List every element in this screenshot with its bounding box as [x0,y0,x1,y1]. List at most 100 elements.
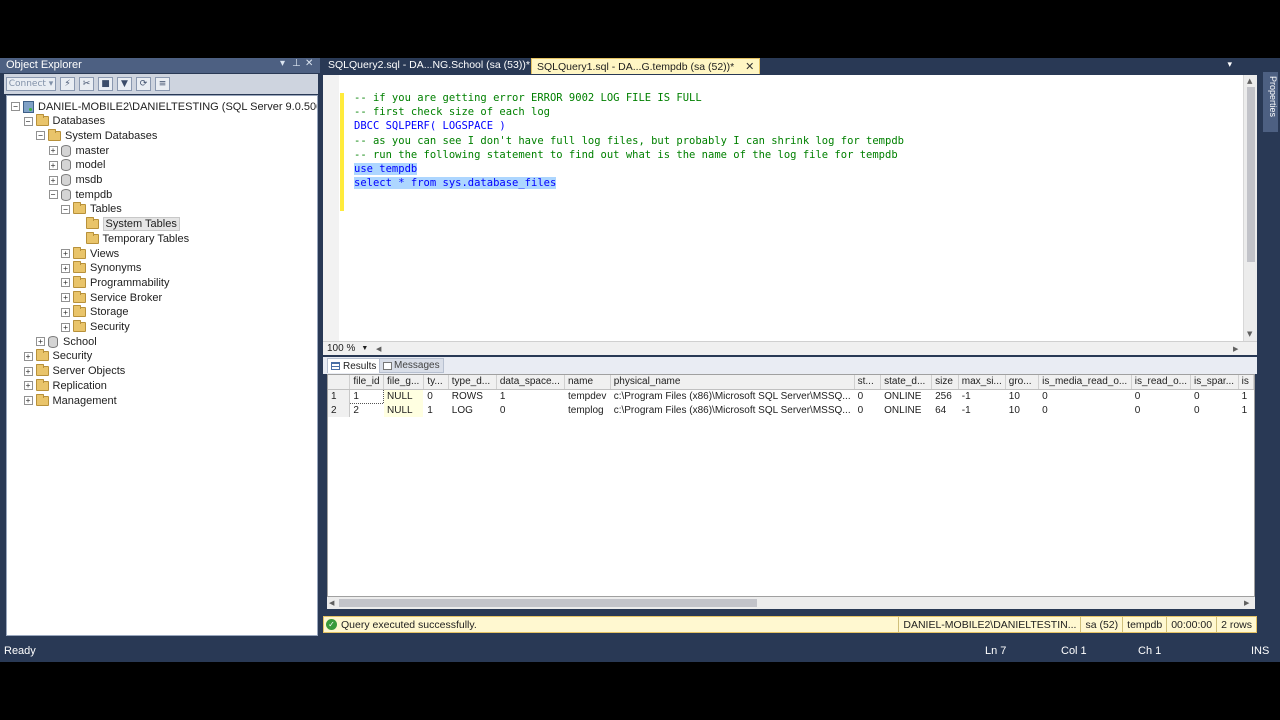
table-row[interactable]: 1 1 NULL 0 ROWS 1 tempdev c:\Program Files (x86… [328,388,1254,404]
tree-node[interactable]: + Security [61,320,130,335]
expand-icon[interactable]: + [61,307,70,317]
tree-node[interactable]: + msdb [48,173,102,188]
column-header[interactable]: is_spar... [1190,375,1239,390]
table-cell[interactable]: 1 [349,388,385,404]
tree-node[interactable]: + Views [61,246,119,261]
summary-icon[interactable]: ≡ [155,77,170,91]
table-cell[interactable]: 10 [1005,389,1038,403]
table-cell[interactable]: ONLINE [881,389,932,403]
connect-button[interactable]: Connect ▾ [6,77,56,91]
expand-icon[interactable]: + [61,249,70,258]
properties-panel-tab[interactable]: Properties [1263,72,1278,132]
expand-icon[interactable]: + [23,396,33,405]
column-header[interactable]: state_d... [880,375,933,390]
connect-icon[interactable]: ⚡ [60,77,75,91]
tab-overflow-icon[interactable]: ▾ [1227,59,1232,70]
column-header[interactable]: name [564,375,611,390]
expand-icon[interactable]: + [36,337,45,347]
tree-node[interactable]: + Programmability [61,275,169,290]
tree-node[interactable]: − Tables [61,202,122,217]
expand-icon[interactable]: + [23,381,33,391]
column-header[interactable]: is_media_read_o... [1038,375,1132,390]
tree-node[interactable]: + Service Broker [61,290,162,305]
table-cell[interactable]: 10 [1005,403,1038,417]
table-cell[interactable]: 0 [1039,403,1132,417]
collapse-icon[interactable]: − [23,116,33,126]
table-cell[interactable]: 256 [932,389,959,403]
table-cell[interactable]: tempdev [564,389,610,403]
table-cell[interactable]: 1 [424,403,448,417]
table-cell[interactable]: 0 [424,389,448,403]
tab-messages[interactable]: Messages [379,358,444,373]
table-cell[interactable]: 64 [932,403,959,417]
collapse-icon[interactable]: − [48,190,58,200]
tab-sqlquery2[interactable]: SQLQuery2.sql - DA...NG.School (sa (53))… [323,58,535,74]
collapse-icon[interactable]: − [61,204,70,214]
row-number[interactable]: 2 [328,403,351,417]
column-header[interactable]: file_id [349,375,385,390]
expand-icon[interactable]: + [61,263,70,273]
tree-node[interactable]: − tempdb [48,187,112,202]
table-row[interactable]: 2 2 NULL 1 LOG 0 templog c:\Program Files (x86)… [328,403,1254,417]
expand-icon[interactable]: + [23,351,33,361]
column-header[interactable]: max_si... [958,375,1006,390]
table-cell[interactable]: ROWS [448,389,496,403]
expand-icon[interactable]: + [61,322,70,332]
column-header[interactable]: is [1238,375,1254,390]
scroll-right-icon[interactable]: ▶ [1244,599,1249,607]
expand-icon[interactable]: + [23,366,33,376]
table-cell[interactable]: ONLINE [881,403,932,417]
expand-icon[interactable]: + [48,175,58,185]
query-code[interactable]: -- if you are getting error ERROR 9002 L… [354,91,904,190]
close-icon[interactable]: ✕ [305,58,313,69]
scroll-up-icon[interactable]: ▲ [1247,77,1252,85]
column-header[interactable]: ty... [423,375,449,390]
expand-icon[interactable]: + [61,278,70,288]
expand-icon[interactable]: + [61,293,70,303]
tree-node[interactable]: − Databases [23,114,105,129]
column-header[interactable] [328,375,351,390]
column-header[interactable]: is_read_o... [1131,375,1192,390]
tree-node[interactable]: + School [36,334,97,349]
table-cell[interactable]: 1 [1238,403,1253,417]
collapse-icon[interactable]: − [11,102,20,111]
table-cell[interactable]: NULL [383,389,424,403]
table-cell[interactable]: LOG [448,403,496,417]
table-cell[interactable]: 0 [1039,389,1132,403]
table-cell[interactable]: NULL [383,403,424,417]
stop-icon[interactable]: ■ [98,77,113,91]
dropdown-icon[interactable]: ▾ [280,58,285,69]
table-cell[interactable]: -1 [958,389,1005,403]
tree-node[interactable]: + master [48,143,109,158]
disconnect-icon[interactable]: ✂ [79,77,94,91]
scroll-thumb[interactable] [339,599,757,607]
collapse-icon[interactable]: − [36,131,45,141]
scroll-right-icon[interactable]: ▶ [1233,345,1238,353]
table-cell[interactable]: 0 [1131,403,1190,417]
expand-icon[interactable]: + [48,146,58,156]
table-cell[interactable]: 0 [1131,389,1190,403]
table-cell[interactable]: 1 [496,389,564,403]
filter-icon[interactable]: ▼ [117,77,132,91]
column-header[interactable]: type_d... [448,375,497,390]
tab-results[interactable]: Results [327,358,381,373]
tree-node[interactable]: + Synonyms [61,261,141,276]
tree-node[interactable]: + Storage [61,305,129,320]
tree-node[interactable]: + Server Objects [23,364,125,379]
tree-node[interactable]: + Management [23,393,117,408]
query-editor[interactable]: -- if you are getting error ERROR 9002 L… [323,75,1257,341]
column-header[interactable]: st... [854,375,882,390]
column-header[interactable]: file_g... [383,375,425,390]
column-header[interactable]: data_space... [496,375,565,390]
tree-node[interactable]: + model [48,158,105,173]
refresh-icon[interactable]: ⟳ [136,77,151,91]
table-cell[interactable]: templog [564,403,610,417]
tree-node[interactable]: + Security [23,349,92,364]
table-cell[interactable]: 2 [350,403,384,417]
table-cell[interactable]: 0 [1191,389,1239,403]
scroll-left-icon[interactable]: ◀ [329,599,334,607]
tree-node[interactable]: System Tables [74,217,180,232]
row-number[interactable]: 1 [328,389,351,403]
column-header[interactable]: gro... [1005,375,1040,390]
table-cell[interactable]: 1 [1238,389,1253,403]
